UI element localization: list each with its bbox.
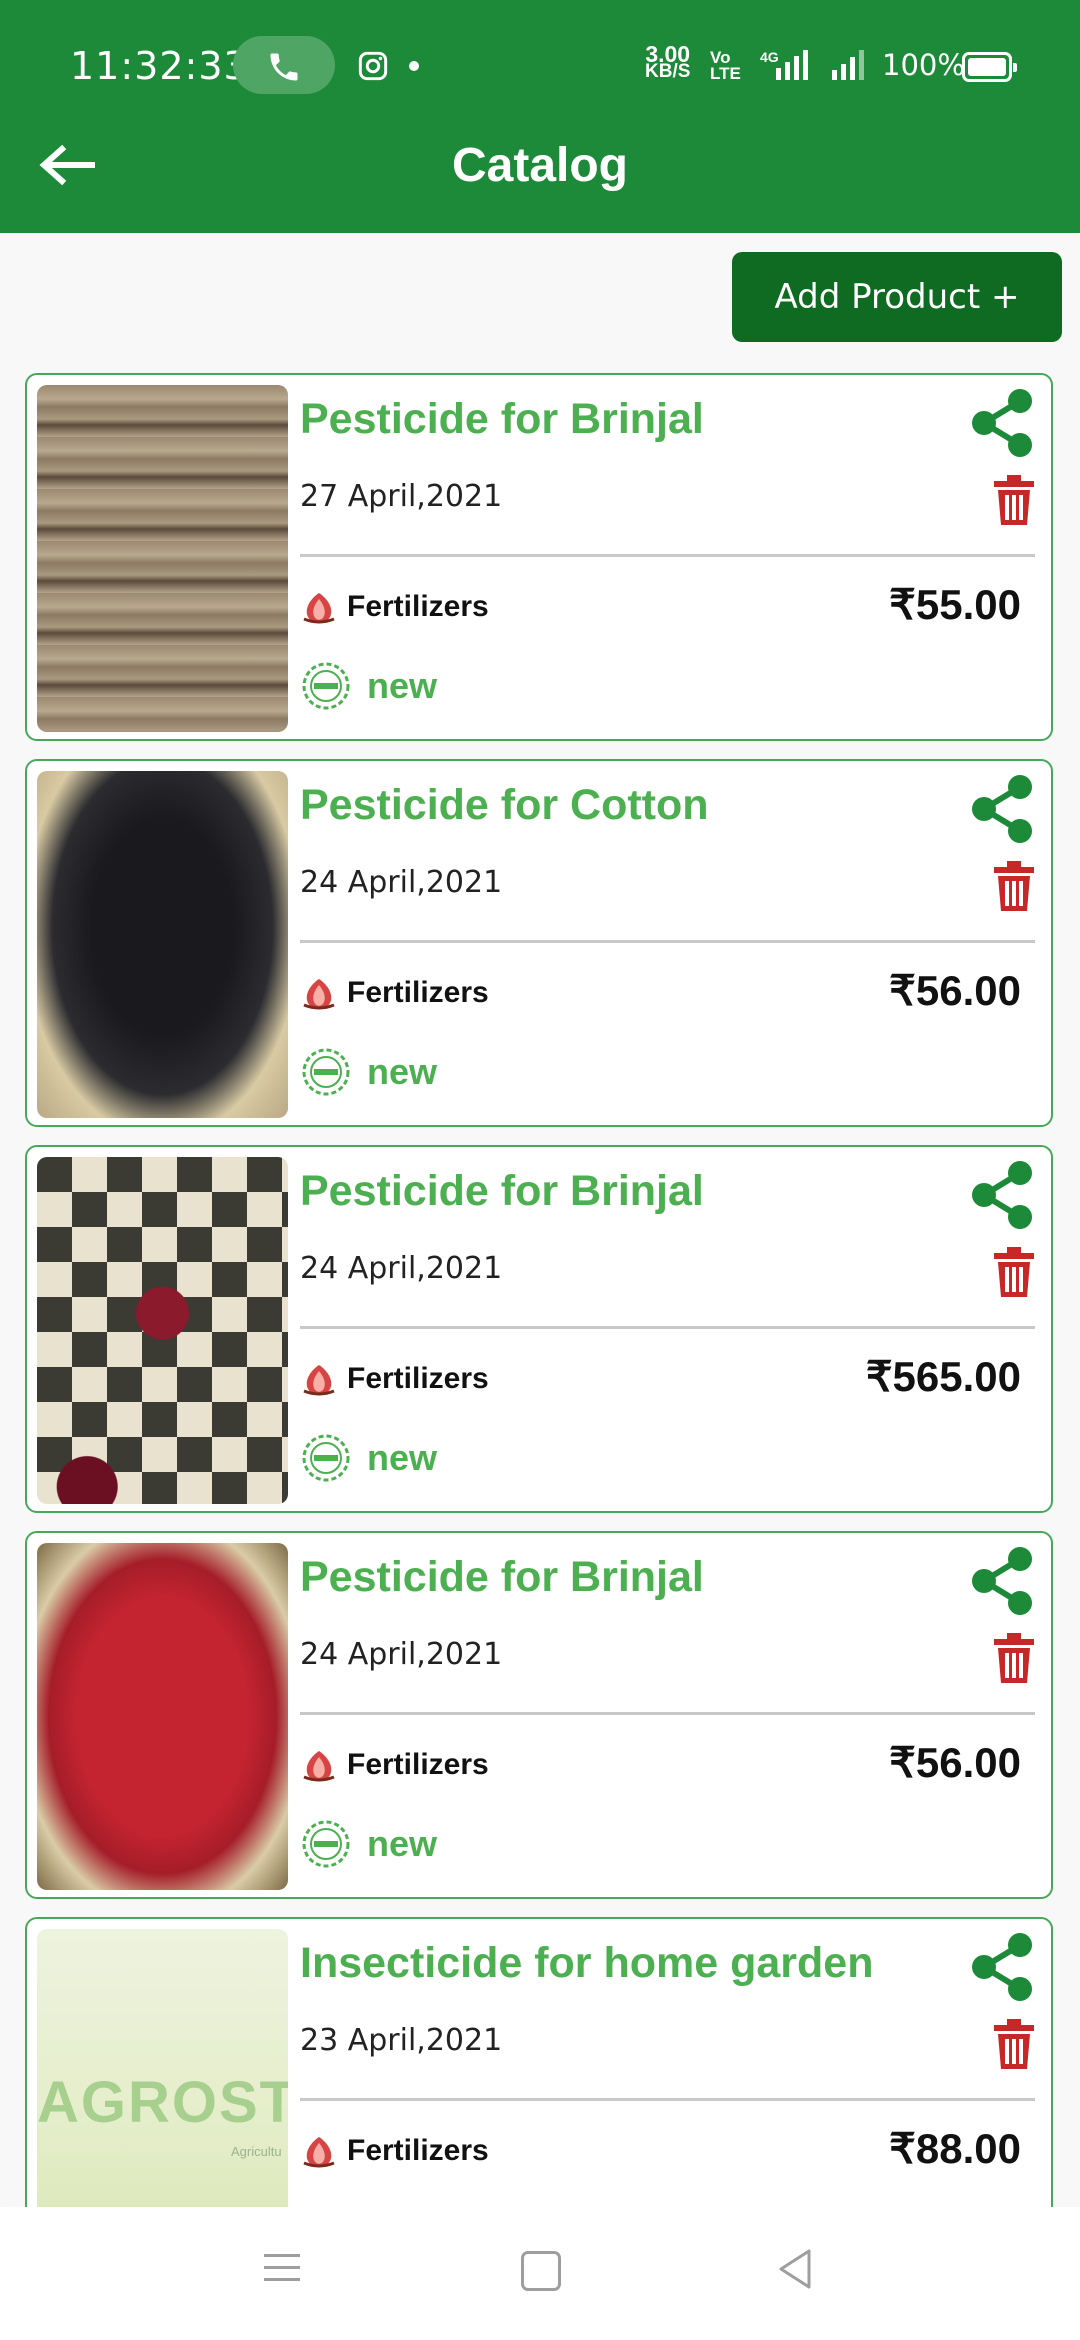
- product-title: Pesticide for Brinjal: [300, 395, 704, 443]
- brand-seal-icon: [302, 662, 350, 710]
- nav-back-icon[interactable]: [775, 2247, 815, 2291]
- delete-icon[interactable]: [992, 859, 1036, 913]
- product-image[interactable]: [37, 1157, 288, 1504]
- category-icon: [303, 593, 335, 624]
- signal-4g-icon: 4G: [760, 49, 808, 80]
- net-speed: 3.00 KB/S: [645, 41, 691, 82]
- delete-icon[interactable]: [992, 473, 1036, 527]
- divider: [300, 554, 1035, 557]
- share-icon[interactable]: [962, 1927, 1042, 2007]
- network-type: 4G: [760, 49, 779, 65]
- app-header: 11:32:33 3.00 KB/S Vo LTE 4G 100% Catalo…: [0, 0, 1080, 233]
- delete-icon[interactable]: [992, 1245, 1036, 1299]
- product-date: 23 April,2021: [300, 2023, 503, 2058]
- status-bar: 11:32:33 3.00 KB/S Vo LTE 4G 100%: [0, 30, 1080, 102]
- product-date: 27 April,2021: [300, 479, 503, 514]
- delete-icon[interactable]: [992, 1631, 1036, 1685]
- share-icon[interactable]: [962, 1541, 1042, 1621]
- share-icon[interactable]: [962, 769, 1042, 849]
- system-nav-bar: [0, 2207, 1080, 2340]
- product-category: Fertilizers: [347, 590, 489, 623]
- product-category: Fertilizers: [347, 976, 489, 1009]
- signal-icon: [832, 50, 864, 80]
- product-image[interactable]: [37, 771, 288, 1118]
- divider: [300, 1712, 1035, 1715]
- brand-seal-icon: [302, 1048, 350, 1096]
- battery-icon: [962, 52, 1017, 82]
- brand-seal-icon: [302, 1434, 350, 1482]
- product-date: 24 April,2021: [300, 865, 503, 900]
- product-date: 24 April,2021: [300, 1251, 503, 1286]
- ongoing-call-pill[interactable]: [233, 36, 335, 94]
- product-condition: new: [367, 1823, 438, 1864]
- product-price: ₹565.00: [865, 1353, 1021, 1400]
- product-card[interactable]: Pesticide for Brinjal 24 April,2021 Fert…: [25, 1145, 1053, 1513]
- brand-seal-icon: [302, 1820, 350, 1868]
- product-title: Insecticide for home garden: [300, 1939, 874, 1987]
- volte-indicator: Vo LTE: [710, 48, 741, 83]
- product-price: ₹56.00: [889, 1739, 1021, 1786]
- thumb-watermark: AGROSTA: [37, 2070, 288, 2135]
- home-icon[interactable]: [521, 2251, 561, 2291]
- battery-percent: 100%: [882, 48, 965, 82]
- product-price: ₹56.00: [889, 967, 1021, 1014]
- share-icon[interactable]: [962, 1155, 1042, 1235]
- product-condition: new: [367, 1437, 438, 1478]
- category-icon: [303, 2137, 335, 2168]
- divider: [300, 940, 1035, 943]
- divider: [300, 1326, 1035, 1329]
- instagram-icon: [358, 51, 388, 81]
- category-icon: [303, 979, 335, 1010]
- product-category: Fertilizers: [347, 1748, 489, 1781]
- category-icon: [303, 1365, 335, 1396]
- product-title: Pesticide for Brinjal: [300, 1167, 704, 1215]
- product-card[interactable]: Pesticide for Brinjal 27 April,2021 Fert…: [25, 373, 1053, 741]
- product-category: Fertilizers: [347, 1362, 489, 1395]
- add-product-button[interactable]: Add Product +: [732, 252, 1062, 342]
- product-card[interactable]: Pesticide for Cotton 24 April,2021 Ferti…: [25, 759, 1053, 1127]
- product-title: Pesticide for Brinjal: [300, 1553, 704, 1601]
- product-price: ₹88.00: [889, 2125, 1021, 2172]
- share-icon[interactable]: [962, 383, 1042, 463]
- product-image[interactable]: [37, 1543, 288, 1890]
- notification-dot-icon: [409, 61, 419, 71]
- recent-apps-icon[interactable]: [262, 2250, 302, 2286]
- delete-icon[interactable]: [992, 2017, 1036, 2071]
- product-image[interactable]: [37, 385, 288, 732]
- phone-icon: [270, 53, 298, 81]
- thumb-watermark-sub: Agricultu: [231, 2144, 282, 2159]
- product-date: 24 April,2021: [300, 1637, 503, 1672]
- status-time: 11:32:33: [70, 44, 249, 88]
- product-category: Fertilizers: [347, 2134, 489, 2167]
- product-condition: new: [367, 1051, 438, 1092]
- product-condition: new: [367, 665, 438, 706]
- page-title: Catalog: [451, 139, 628, 192]
- category-icon: [303, 1751, 335, 1782]
- product-title: Pesticide for Cotton: [300, 781, 709, 829]
- divider: [300, 2098, 1035, 2101]
- product-price: ₹55.00: [889, 581, 1021, 628]
- product-card[interactable]: Pesticide for Brinjal 24 April,2021 Fert…: [25, 1531, 1053, 1899]
